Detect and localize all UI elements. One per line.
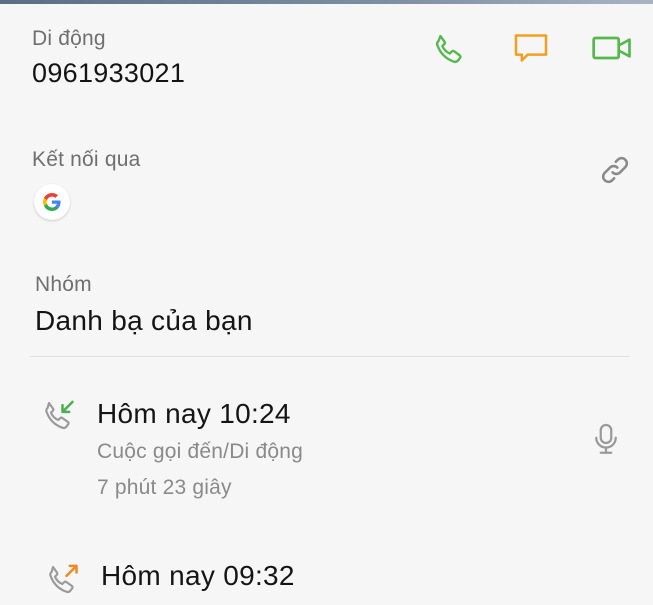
google-logo-icon [43, 193, 61, 211]
status-bar-edge [0, 0, 653, 4]
call-log-entry-2[interactable] [44, 560, 88, 604]
call-log-entry-1[interactable] [40, 396, 84, 440]
link-icon [601, 156, 629, 184]
google-account[interactable] [34, 184, 70, 220]
microphone-icon [595, 423, 617, 454]
call-button[interactable] [427, 28, 471, 72]
group-value[interactable]: Danh bạ của bạn [35, 305, 253, 337]
recording-button[interactable] [584, 418, 628, 462]
incoming-call-icon [45, 400, 74, 430]
call-log-time-1: Hôm nay 10:24 [97, 398, 291, 429]
message-button[interactable] [509, 26, 553, 70]
group-label: Nhóm [35, 273, 92, 296]
call-log-duration-1: 7 phút 23 giây [97, 476, 232, 499]
mobile-number[interactable]: 0961933021 [32, 58, 185, 89]
section-divider [30, 356, 630, 357]
video-call-button[interactable] [590, 26, 634, 70]
link-button[interactable] [593, 148, 637, 192]
call-log-type-1: Cuộc gọi đến/Di động [97, 440, 303, 463]
message-icon [514, 34, 548, 62]
outgoing-call-icon [49, 564, 78, 594]
call-log-time-2: Hôm nay 09:32 [101, 560, 295, 591]
phone-icon [435, 34, 462, 64]
mobile-label: Di động [32, 27, 106, 50]
video-call-icon [592, 36, 631, 60]
connected-via-label: Kết nối qua [32, 148, 141, 171]
